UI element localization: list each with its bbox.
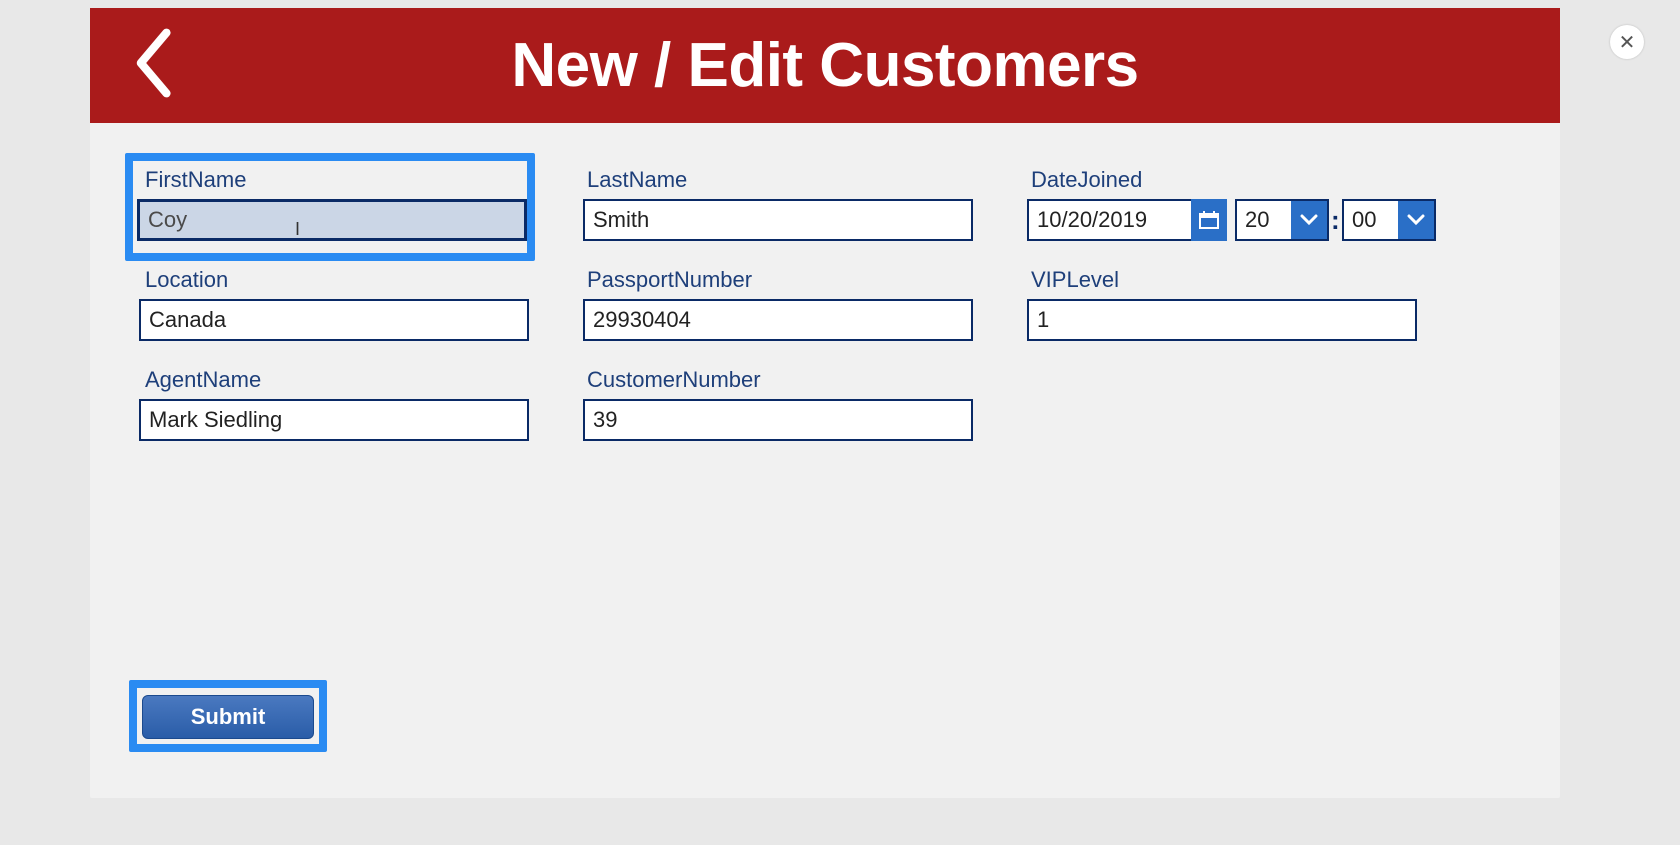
customernumber-label: CustomerNumber: [587, 367, 761, 393]
customernumber-input[interactable]: [583, 399, 973, 441]
agentname-input[interactable]: [139, 399, 529, 441]
minute-select[interactable]: 00: [1342, 199, 1436, 241]
chevron-down-icon[interactable]: [1398, 201, 1434, 239]
lastname-input[interactable]: [583, 199, 973, 241]
time-separator: :: [1331, 205, 1340, 236]
calendar-icon[interactable]: [1191, 199, 1227, 241]
firstname-label: FirstName: [145, 167, 246, 193]
chevron-down-icon[interactable]: [1291, 201, 1327, 239]
lastname-label: LastName: [587, 167, 687, 193]
viplevel-input[interactable]: [1027, 299, 1417, 341]
minute-value: 00: [1344, 201, 1398, 239]
firstname-input[interactable]: [137, 199, 527, 241]
form-card: New / Edit Customers FirstName I LastNam…: [90, 8, 1560, 798]
page-title: New / Edit Customers: [90, 30, 1560, 101]
viplevel-label: VIPLevel: [1031, 267, 1119, 293]
datejoined-label: DateJoined: [1031, 167, 1142, 193]
passport-input[interactable]: [583, 299, 973, 341]
hour-value: 20: [1237, 201, 1291, 239]
header-bar: New / Edit Customers: [90, 8, 1560, 123]
agentname-label: AgentName: [145, 367, 261, 393]
passport-label: PassportNumber: [587, 267, 752, 293]
close-icon[interactable]: ✕: [1610, 25, 1644, 59]
location-input[interactable]: [139, 299, 529, 341]
back-icon[interactable]: [130, 28, 175, 98]
datejoined-date-input[interactable]: [1027, 199, 1195, 241]
submit-button[interactable]: Submit: [142, 695, 314, 739]
hour-select[interactable]: 20: [1235, 199, 1329, 241]
location-label: Location: [145, 267, 228, 293]
